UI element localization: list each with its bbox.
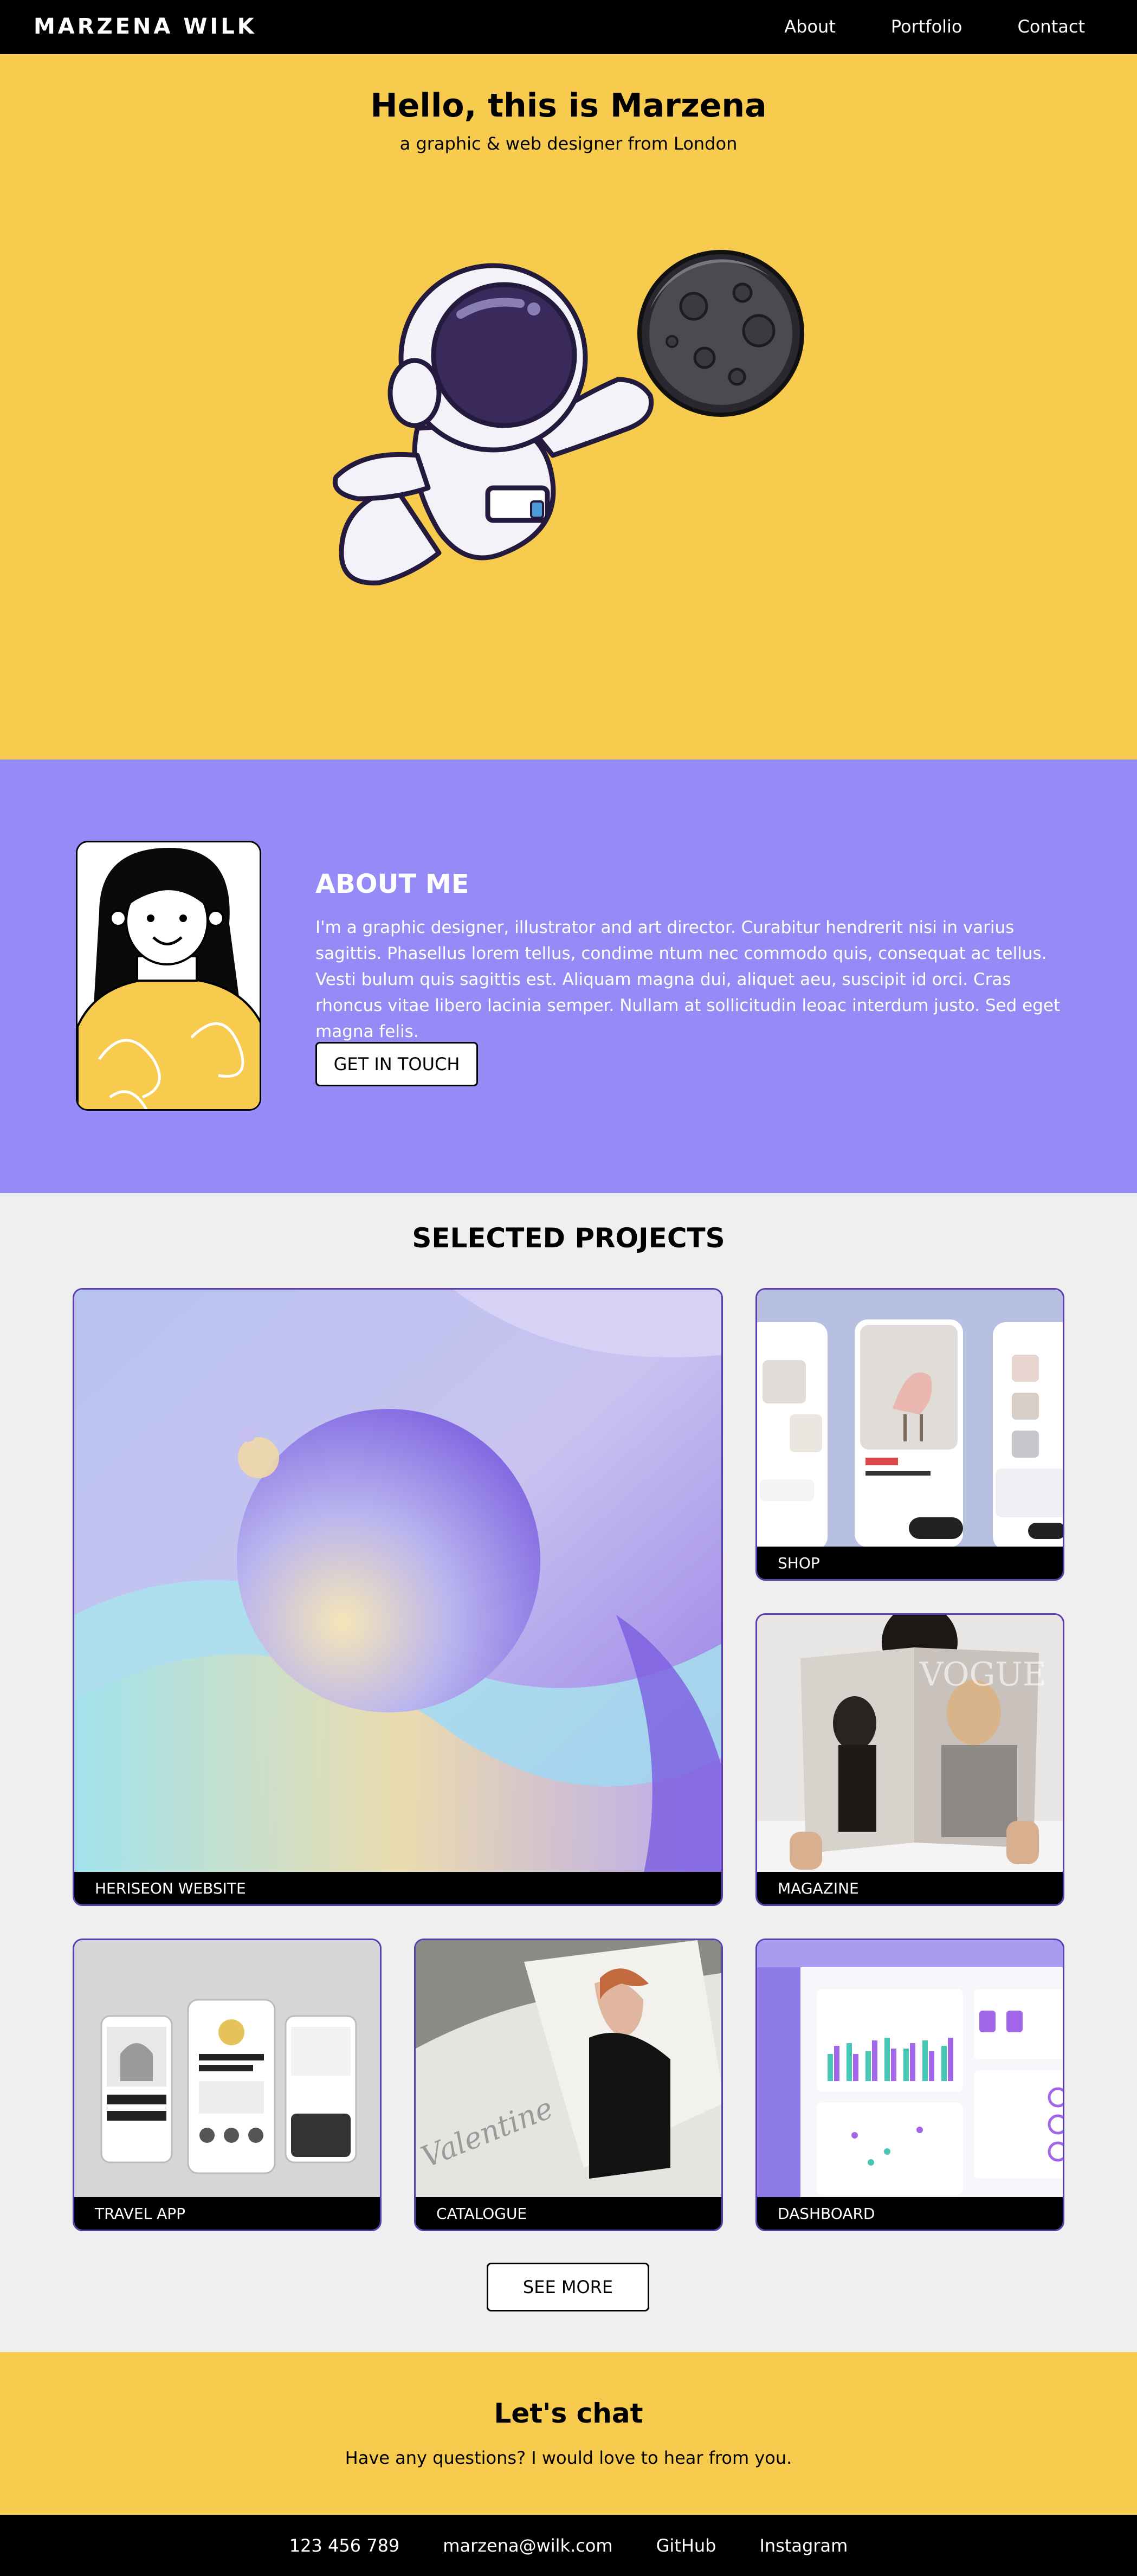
hero-section: Hello, this is Marzena a graphic & web d… [0, 54, 1137, 759]
project-card-magazine[interactable]: VOGUE MAGAZINE [755, 1613, 1064, 1906]
footer-email-link[interactable]: marzena@wilk.com [443, 2535, 612, 2556]
about-heading: ABOUT ME [315, 869, 469, 899]
avatar [76, 841, 261, 1111]
hero-title: Hello, this is Marzena [370, 87, 767, 125]
nav-link-portfolio[interactable]: Portfolio [891, 16, 962, 37]
chat-heading: Let's chat [494, 2398, 643, 2429]
project-thumbnail [74, 1290, 721, 1875]
about-bio: I'm a graphic designer, illustrator and … [315, 918, 1061, 1041]
nav-link-about[interactable]: About [784, 16, 836, 37]
project-thumbnail [757, 1940, 1063, 2200]
project-card-catalogue[interactable]: Valentine CATALOGUE [414, 1939, 723, 2231]
top-navbar: MARZENA WILK About Portfolio Contact [0, 0, 1137, 54]
project-card-heriseon[interactable]: HERISEON WEBSITE [73, 1288, 723, 1906]
project-caption: SHOP [757, 1547, 1063, 1579]
project-card-travel-app[interactable]: TRAVEL APP [73, 1939, 382, 2231]
get-in-touch-button[interactable]: GET IN TOUCH [315, 1042, 478, 1086]
project-thumbnail [757, 1290, 1063, 1550]
svg-text:VOGUE: VOGUE [919, 1656, 1046, 1693]
footer-links: 123 456 789 marzena@wilk.com GitHub Inst… [0, 2535, 1137, 2556]
chat-text: Have any questions? I would love to hear… [345, 2448, 792, 2468]
project-caption: CATALOGUE [416, 2197, 721, 2230]
project-thumbnail: VOGUE [757, 1615, 1063, 1875]
project-thumbnail: Valentine [416, 1940, 721, 2200]
project-caption: DASHBOARD [757, 2197, 1063, 2230]
projects-heading: SELECTED PROJECTS [412, 1222, 725, 1254]
portrait-illustration [77, 842, 260, 1109]
project-card-shop[interactable]: SHOP [755, 1288, 1064, 1581]
project-caption: HERISEON WEBSITE [74, 1872, 721, 1904]
contact-section: Let's chat Have any questions? I would l… [0, 2352, 1137, 2515]
footer-phone-link[interactable]: 123 456 789 [289, 2535, 400, 2556]
brand-logo[interactable]: MARZENA WILK [34, 14, 257, 39]
hero-subtitle: a graphic & web designer from London [399, 133, 738, 154]
projects-section: SELECTED PROJECTS HERISEON WEBSITE SHOP … [0, 1193, 1137, 2352]
astronaut-illustration [333, 250, 804, 585]
project-caption: MAGAZINE [757, 1872, 1063, 1904]
footer-instagram-link[interactable]: Instagram [759, 2535, 848, 2556]
project-thumbnail [74, 1940, 380, 2200]
project-card-dashboard[interactable]: DASHBOARD [755, 1939, 1064, 2231]
footer: 123 456 789 marzena@wilk.com GitHub Inst… [0, 2515, 1137, 2576]
moon-illustration [637, 250, 804, 417]
project-caption: TRAVEL APP [74, 2197, 380, 2230]
footer-github-link[interactable]: GitHub [656, 2535, 716, 2556]
about-section: ABOUT ME I'm a graphic designer, illustr… [0, 759, 1137, 1193]
nav-links: About Portfolio Contact [729, 16, 1085, 37]
see-more-button[interactable]: SEE MORE [487, 2263, 649, 2311]
nav-link-contact[interactable]: Contact [1018, 16, 1086, 37]
